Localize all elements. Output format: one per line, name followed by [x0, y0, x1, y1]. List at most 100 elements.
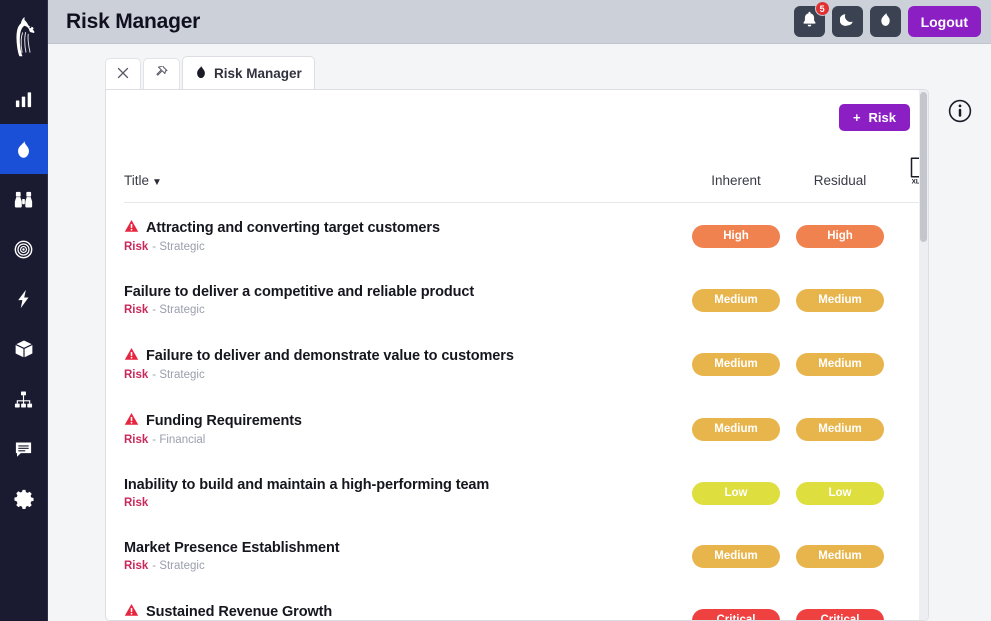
panel-toolbar: + Risk	[124, 104, 910, 144]
risk-title-cell[interactable]: Failure to deliver a competitive and rel…	[124, 268, 684, 331]
logout-button[interactable]: Logout	[907, 6, 981, 37]
inherent-cell: Medium	[684, 268, 788, 331]
risk-title-cell[interactable]: Market Presence Establishment Risk - Strat…	[124, 524, 684, 587]
column-header-inherent[interactable]: Inherent	[684, 144, 788, 203]
risk-table: Title ▼ Inherent Residual Attracting and…	[124, 144, 928, 620]
tabstrip: Risk Manager	[105, 56, 929, 89]
add-risk-label: Risk	[868, 110, 896, 125]
risk-category: - Strategic	[152, 304, 205, 316]
panel-scrollbar[interactable]	[919, 90, 928, 620]
risk-type: Risk	[124, 369, 149, 381]
inherent-badge: Medium	[692, 417, 780, 441]
risk-title-text: Sustained Revenue Growth	[146, 604, 333, 620]
inherent-cell: Medium	[684, 396, 788, 461]
table-header-row: Title ▼ Inherent Residual	[124, 144, 928, 203]
risk-category: - Strategic	[152, 369, 205, 381]
residual-badge: Low	[796, 481, 884, 505]
sidebar-item-objectives[interactable]	[0, 224, 48, 274]
warning-triangle-icon	[124, 219, 139, 237]
table-row[interactable]: Market Presence Establishment Risk - Strat…	[124, 524, 928, 587]
risk-table-body: Attracting and converting target custome…	[124, 203, 928, 620]
cube-icon	[14, 339, 34, 359]
content-right-rail	[929, 56, 991, 621]
residual-cell: Critical	[788, 587, 892, 620]
residual-cell: Medium	[788, 268, 892, 331]
table-row[interactable]: Failure to deliver and demonstrate value…	[124, 331, 928, 396]
risk-title-text: Funding Requirements	[146, 413, 302, 429]
tab-pin[interactable]	[143, 58, 180, 89]
inherent-badge: Medium	[692, 352, 780, 376]
tab-close[interactable]	[105, 58, 141, 89]
sidebar-item-messages[interactable]	[0, 424, 48, 474]
pin-icon	[155, 64, 168, 82]
risk-title-cell[interactable]: Attracting and converting target custome…	[124, 203, 684, 269]
risk-title-text: Failure to deliver a competitive and rel…	[124, 284, 475, 300]
table-row[interactable]: Failure to deliver a competitive and rel…	[124, 268, 928, 331]
risk-type: Risk	[124, 304, 149, 316]
risk-subtitle: Risk - Financial	[124, 434, 684, 446]
residual-cell: Medium	[788, 331, 892, 396]
risk-title: Attracting and converting target custome…	[124, 219, 684, 237]
risk-title: Inability to build and maintain a high-p…	[124, 477, 684, 493]
sidebar-item-risk[interactable]	[0, 124, 48, 174]
risk-type: Risk	[124, 241, 149, 253]
inherent-badge: Medium	[692, 544, 780, 568]
theme-toggle-button[interactable]	[831, 6, 863, 37]
table-row[interactable]: Sustained Revenue GrowthRisk- Financial C…	[124, 587, 928, 620]
tab-risk-manager[interactable]: Risk Manager	[182, 56, 315, 89]
comment-icon	[14, 440, 33, 459]
table-row[interactable]: Inability to build and maintain a high-p…	[124, 461, 928, 524]
column-header-title[interactable]: Title ▼	[124, 144, 684, 203]
table-row[interactable]: Attracting and converting target custome…	[124, 203, 928, 269]
panel-scrollbar-thumb[interactable]	[920, 92, 927, 242]
content-area: Risk Manager + Risk Title ▼ Inherent Res…	[48, 44, 991, 621]
panel-inner: + Risk Title ▼ Inherent Residual Attract…	[106, 90, 928, 620]
sidebar	[0, 0, 48, 621]
gear-icon	[13, 489, 34, 509]
risk-title-cell[interactable]: Inability to build and maintain a high-p…	[124, 461, 684, 524]
content-left: Risk Manager + Risk Title ▼ Inherent Res…	[48, 56, 929, 621]
flame-icon	[879, 11, 892, 32]
add-risk-button[interactable]: + Risk	[838, 104, 910, 131]
risk-type: Risk	[124, 497, 149, 509]
risk-subtitle: Risk - Strategic	[124, 241, 684, 253]
sidebar-item-org[interactable]	[0, 374, 48, 424]
binoculars-icon	[14, 190, 33, 209]
risk-subtitle: Risk - Strategic	[124, 369, 684, 381]
risk-subtitle: Risk	[124, 497, 684, 509]
column-header-residual[interactable]: Residual	[788, 144, 892, 203]
inherent-badge: High	[692, 224, 780, 248]
inherent-badge: Medium	[692, 288, 780, 312]
topbar-actions: 5 Logout	[793, 1, 981, 37]
topbar: Risk Manager 5 Logout	[48, 0, 991, 44]
table-row[interactable]: Funding Requirements Risk - Financial Mediu…	[124, 396, 928, 461]
column-title-label: Title	[124, 173, 150, 188]
risk-title: Failure to deliver a competitive and rel…	[124, 284, 684, 300]
risk-title-cell[interactable]: Funding Requirements Risk - Financial	[124, 396, 684, 461]
moon-icon	[839, 12, 855, 32]
risk-title-text: Market Presence Establishment	[124, 540, 340, 556]
sidebar-item-assets[interactable]	[0, 324, 48, 374]
sitemap-icon	[14, 390, 33, 409]
sidebar-item-analytics[interactable]	[0, 74, 48, 124]
risk-app-button[interactable]	[869, 6, 901, 37]
inherent-badge: Critical	[692, 608, 780, 620]
notification-badge: 5	[814, 1, 830, 16]
risk-category: - Financial	[152, 434, 206, 446]
sidebar-item-settings[interactable]	[0, 474, 48, 524]
info-circle-icon[interactable]	[948, 99, 972, 621]
sidebar-item-incidents[interactable]	[0, 274, 48, 324]
risk-title-text: Failure to deliver and demonstrate value…	[146, 348, 514, 364]
risk-title-text: Attracting and converting target custome…	[146, 220, 440, 236]
inherent-cell: Medium	[684, 524, 788, 587]
risk-title: Sustained Revenue Growth	[124, 603, 684, 620]
risk-title-cell[interactable]: Failure to deliver and demonstrate value…	[124, 331, 684, 396]
risk-title-cell[interactable]: Sustained Revenue GrowthRisk- Financial	[124, 587, 684, 620]
notifications-button[interactable]: 5	[793, 1, 830, 37]
inherent-cell: Medium	[684, 331, 788, 396]
plus-icon: +	[852, 110, 861, 125]
residual-cell: Medium	[788, 396, 892, 461]
residual-badge: Medium	[796, 288, 884, 312]
sidebar-item-monitoring[interactable]	[0, 174, 48, 224]
residual-badge: Medium	[796, 352, 884, 376]
